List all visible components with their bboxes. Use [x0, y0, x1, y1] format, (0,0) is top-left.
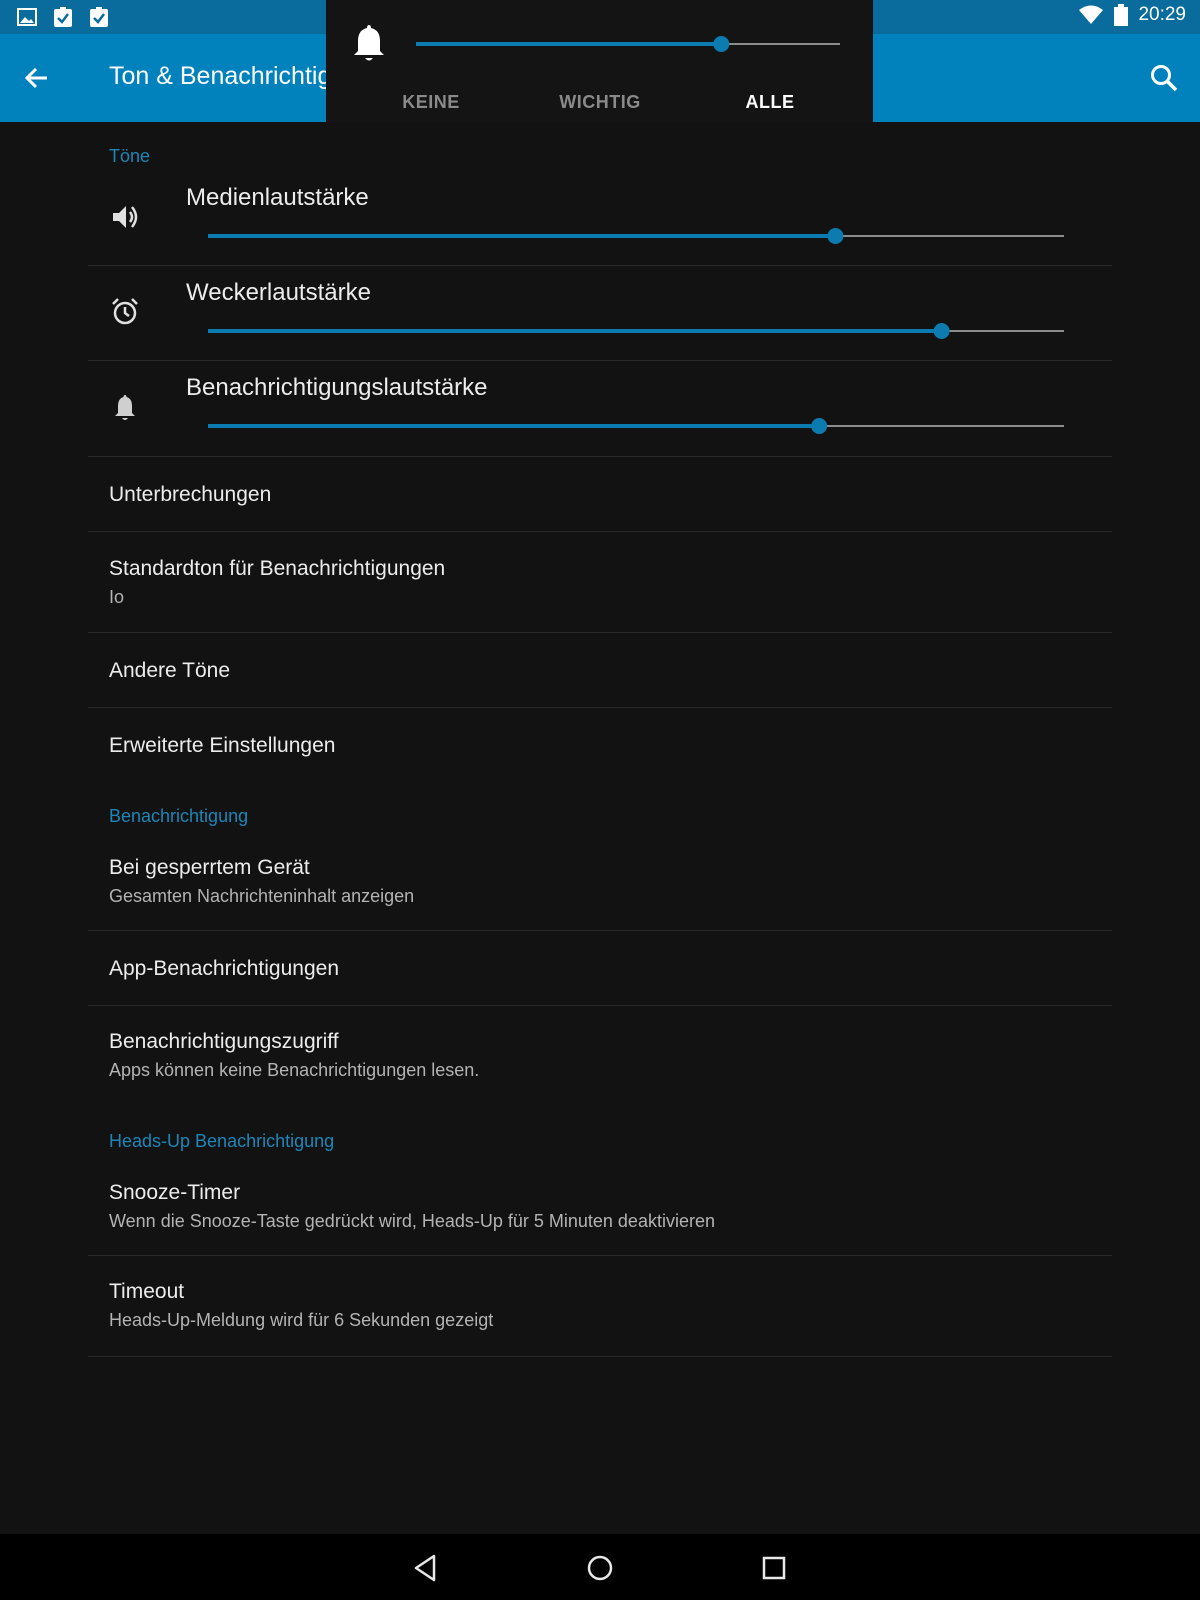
- pref-notification-access[interactable]: Benachrichtigungszugriff Apps können kei…: [88, 1006, 1112, 1106]
- pref-other-sounds[interactable]: Andere Töne: [88, 633, 1112, 707]
- pref-summary: Gesamten Nachrichteninhalt anzeigen: [109, 886, 415, 906]
- alarm-volume-label: Weckerlautstärke: [186, 279, 371, 306]
- alarm-volume-slider[interactable]: [206, 321, 1066, 341]
- slider-thumb[interactable]: [827, 228, 844, 244]
- speaker-icon: [113, 206, 138, 228]
- bell-icon: [115, 395, 135, 420]
- pref-title: Unterbrechungen: [109, 483, 272, 506]
- clipboard-check-icon: [90, 7, 108, 27]
- slider-thumb[interactable]: [811, 418, 828, 434]
- pref-timeout[interactable]: Timeout Heads-Up-Meldung wird für 6 Seku…: [88, 1256, 1112, 1356]
- pref-title: Erweiterte Einstellungen: [109, 734, 336, 757]
- slider-thumb[interactable]: [933, 323, 950, 339]
- pref-snooze-timer[interactable]: Snooze-Timer Wenn die Snooze-Taste gedrü…: [88, 1157, 1112, 1257]
- section-header-toene: Töne: [109, 146, 151, 166]
- tab-wichtig[interactable]: WICHTIG: [559, 92, 641, 113]
- media-volume-row: Medienlautstärke: [88, 172, 1112, 266]
- arrow-left-icon[interactable]: [22, 63, 52, 93]
- clipboard-check-icon: [54, 7, 72, 27]
- bell-icon[interactable]: [349, 22, 389, 64]
- pref-title: Bei gesperrtem Gerät: [109, 856, 310, 879]
- divider: [88, 1356, 1112, 1357]
- interruption-tabs: KEINE WICHTIG ALLE: [326, 92, 873, 122]
- battery-icon: [1114, 4, 1129, 26]
- image-icon: [17, 8, 37, 26]
- slider-thumb[interactable]: [713, 36, 730, 52]
- notification-icons: [16, 6, 110, 28]
- back-triangle-icon[interactable]: [410, 1552, 442, 1584]
- pref-summary: Io: [109, 587, 125, 607]
- clock: 20:29: [1138, 4, 1186, 25]
- media-volume-label: Medienlautstärke: [186, 184, 369, 211]
- pref-advanced-settings[interactable]: Erweiterte Einstellungen: [88, 708, 1112, 782]
- pref-default-notification-sound[interactable]: Standardton für Benachrichtigungen Io: [88, 532, 1112, 632]
- pref-title: Standardton für Benachrichtigungen: [109, 557, 446, 580]
- notification-volume-label: Benachrichtigungslautstärke: [186, 374, 488, 401]
- section-header-notification: Benachrichtigung: [109, 806, 249, 826]
- divider: [88, 265, 1112, 266]
- pref-title: App-Benachrichtigungen: [109, 957, 339, 980]
- tab-keine[interactable]: KEINE: [402, 92, 460, 113]
- ringer-volume-slider[interactable]: [414, 34, 842, 54]
- alarm-volume-row: Weckerlautstärke: [88, 267, 1112, 361]
- pref-app-notifications[interactable]: App-Benachrichtigungen: [88, 931, 1112, 1005]
- tab-alle[interactable]: ALLE: [746, 92, 795, 113]
- notification-volume-slider[interactable]: [206, 416, 1066, 436]
- pref-interruptions[interactable]: Unterbrechungen: [88, 457, 1112, 531]
- pref-summary: Wenn die Snooze-Taste gedrückt wird, Hea…: [109, 1211, 715, 1231]
- divider: [88, 360, 1112, 361]
- recents-square-icon[interactable]: [758, 1552, 790, 1584]
- pref-title: Snooze-Timer: [109, 1181, 241, 1204]
- search-icon[interactable]: [1148, 62, 1180, 94]
- pref-on-lock-screen[interactable]: Bei gesperrtem Gerät Gesamten Nachrichte…: [88, 832, 1112, 932]
- system-status: 20:29: [1078, 4, 1186, 26]
- pref-title: Andere Töne: [109, 659, 231, 682]
- pref-summary: Apps können keine Benachrichtigungen les…: [109, 1060, 480, 1080]
- pref-summary: Heads-Up-Meldung wird für 6 Sekunden gez…: [109, 1310, 494, 1330]
- home-circle-icon[interactable]: [584, 1552, 616, 1584]
- wifi-icon: [1079, 5, 1104, 24]
- alarm-clock-icon: [112, 298, 138, 325]
- media-volume-slider[interactable]: [206, 226, 1066, 246]
- section-header-heads-up: Heads-Up Benachrichtigung: [109, 1131, 335, 1151]
- pref-title: Timeout: [109, 1280, 185, 1303]
- notification-volume-row: Benachrichtigungslautstärke: [88, 362, 1112, 456]
- pref-title: Benachrichtigungszugriff: [109, 1030, 339, 1053]
- volume-popup: KEINE WICHTIG ALLE: [326, 0, 873, 122]
- navigation-bar: [0, 1534, 1200, 1600]
